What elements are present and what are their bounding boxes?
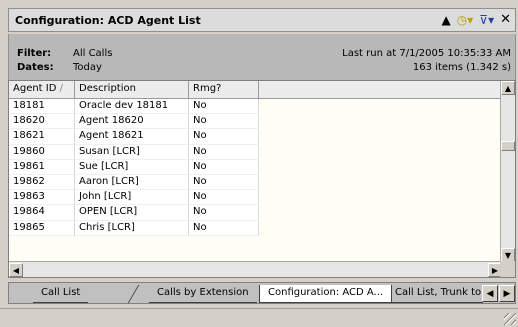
table-row[interactable]: 19864 OPEN [LCR] No <box>9 205 502 221</box>
status-bar <box>0 308 518 327</box>
description-cell: Chris [LCR] <box>75 220 189 236</box>
grid-rows: 18181 Oracle dev 18181 No 18620 Agent 18620 N… <box>9 99 502 236</box>
tab-divider <box>127 285 140 303</box>
up-arrow-icon[interactable]: ▲ <box>442 13 451 27</box>
scroll-down-icon[interactable]: ▼ <box>501 248 515 262</box>
agent-id-cell: 19860 <box>9 144 75 160</box>
tab-prev-icon[interactable]: ◀ <box>482 285 498 302</box>
tab-configuration-acd[interactable]: Configuration: ACD A... <box>259 285 393 303</box>
agent-id-cell: 18181 <box>9 99 75 115</box>
filter-bar: Filter: All Calls Dates: Today Last run … <box>8 34 516 80</box>
agent-id-cell: 19861 <box>9 159 75 175</box>
table-row[interactable]: 18620 Agent 18620 No <box>9 114 502 130</box>
table-row[interactable]: 19863 John [LCR] No <box>9 190 502 206</box>
dates-value: Today <box>73 62 102 73</box>
resize-grip-icon[interactable] <box>504 313 516 325</box>
grid-header: Agent ID ∕ Description Rmg? <box>9 81 502 99</box>
filter-value: All Calls <box>73 48 113 59</box>
rmg-cell: No <box>189 114 259 130</box>
report-tabs: Call List Calls by Extension Configurati… <box>8 282 516 304</box>
agent-id-cell: 19862 <box>9 174 75 191</box>
agent-id-cell: 18620 <box>9 114 75 130</box>
close-icon[interactable]: ✕ <box>500 12 511 27</box>
rmg-cell: No <box>189 144 259 160</box>
scroll-corner <box>500 261 515 277</box>
column-header-description[interactable]: Description <box>75 81 189 99</box>
agent-grid: Agent ID ∕ Description Rmg? 18181 Oracle … <box>8 80 516 278</box>
app-window: Configuration: ACD Agent List ▲ ◷▾ ⊽▾ ✕ … <box>0 0 518 327</box>
vertical-scrollbar[interactable]: ▲ ▼ <box>500 81 515 262</box>
description-cell: Agent 18621 <box>75 129 189 145</box>
rmg-cell: No <box>189 129 259 145</box>
tab-call-list-trunk[interactable]: Call List, Trunk to <box>387 285 483 303</box>
agent-id-cell: 19864 <box>9 205 75 221</box>
tab-next-icon[interactable]: ▶ <box>499 285 515 302</box>
description-cell: OPEN [LCR] <box>75 205 189 221</box>
window-title: Configuration: ACD Agent List <box>15 13 201 27</box>
dates-label: Dates: <box>17 62 54 73</box>
description-cell: Aaron [LCR] <box>75 174 189 191</box>
tab-calls-by-extension[interactable]: Calls by Extension <box>149 285 257 303</box>
rmg-cell: No <box>189 99 259 115</box>
table-row[interactable]: 19865 Chris [LCR] No <box>9 220 502 236</box>
filter-label: Filter: <box>17 48 52 59</box>
column-header-rmg[interactable]: Rmg? <box>189 81 259 99</box>
scroll-up-icon[interactable]: ▲ <box>501 81 515 95</box>
rmg-cell: No <box>189 159 259 175</box>
table-row[interactable]: 18181 Oracle dev 18181 No <box>9 99 502 115</box>
agent-id-cell: 19863 <box>9 190 75 206</box>
filter-icon[interactable]: ⊽▾ <box>479 13 494 27</box>
sort-icon: ∕ <box>56 83 63 94</box>
rmg-cell: No <box>189 205 259 221</box>
item-count-text: 163 items (1.342 s) <box>412 62 511 73</box>
column-header-agent-id[interactable]: Agent ID ∕ <box>9 81 75 99</box>
rmg-cell: No <box>189 190 259 206</box>
horizontal-scrollbar[interactable]: ◀ ▶ <box>9 261 502 277</box>
clock-icon[interactable]: ◷▾ <box>457 13 474 27</box>
description-cell: Susan [LCR] <box>75 144 189 160</box>
rmg-cell: No <box>189 220 259 236</box>
scroll-thumb[interactable] <box>501 141 515 151</box>
agent-id-cell: 19865 <box>9 220 75 236</box>
title-toolbar: ▲ ◷▾ ⊽▾ ✕ <box>442 12 511 27</box>
description-cell: Oracle dev 18181 <box>75 99 189 115</box>
table-row[interactable]: 19860 Susan [LCR] No <box>9 144 502 160</box>
table-row[interactable]: 19861 Sue [LCR] No <box>9 159 502 175</box>
description-cell: John [LCR] <box>75 190 189 206</box>
description-cell: Agent 18620 <box>75 114 189 130</box>
rmg-cell: No <box>189 174 259 191</box>
description-cell: Sue [LCR] <box>75 159 189 175</box>
title-bar: Configuration: ACD Agent List ▲ ◷▾ ⊽▾ ✕ <box>8 8 516 32</box>
table-row[interactable]: 18621 Agent 18621 No <box>9 129 502 145</box>
agent-id-cell: 18621 <box>9 129 75 145</box>
last-run-text: Last run at 7/1/2005 10:35:33 AM <box>342 48 511 59</box>
table-row[interactable]: 19862 Aaron [LCR] No <box>9 174 502 191</box>
scroll-left-icon[interactable]: ◀ <box>9 263 23 277</box>
tab-call-list[interactable]: Call List <box>33 285 89 303</box>
